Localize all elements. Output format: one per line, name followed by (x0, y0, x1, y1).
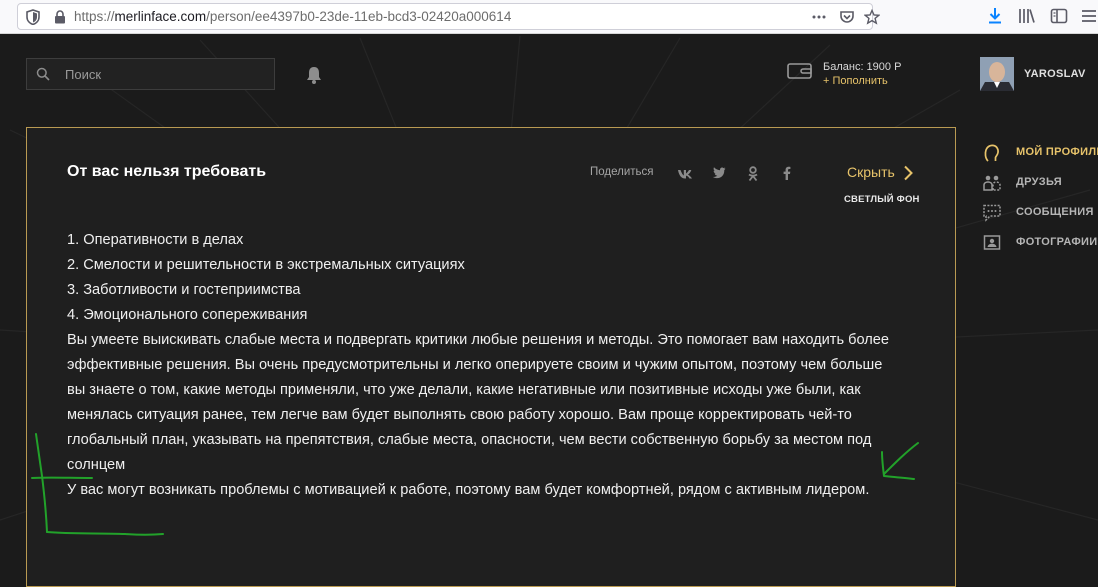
search-icon (36, 67, 50, 86)
topup-link[interactable]: + Пополнить (823, 75, 888, 87)
trait-card: От вас нельзя требовать Поделиться Скрыт… (26, 127, 956, 587)
sidebar-item-label: МОЙ ПРОФИЛЬ (1016, 146, 1098, 158)
lock-icon[interactable] (54, 10, 66, 29)
description-paragraph: У вас могут возникать проблемы с мотивац… (67, 478, 897, 503)
user-avatar[interactable] (980, 57, 1014, 91)
profile-icon (982, 143, 1002, 168)
tracking-shield-icon[interactable] (26, 9, 40, 30)
photos-icon (982, 233, 1002, 258)
balance-label: Баланс: 1900 Р (823, 61, 901, 73)
messages-icon (982, 203, 1002, 228)
sidebar-item-label: ФОТОГРАФИИ (1016, 236, 1097, 248)
search-placeholder: Поиск (65, 67, 101, 82)
list-item: 1. Оперативности в делах (67, 228, 897, 253)
url-path: /person/ee4397b0-23de-11eb-bcd3-02420a00… (206, 9, 511, 24)
light-background-toggle[interactable]: СВЕТЛЫЙ ФОН (844, 194, 920, 205)
address-bar[interactable]: https://merlinface.com/person/ee4397b0-2… (17, 3, 873, 30)
page-actions-icon[interactable] (811, 9, 827, 30)
facebook-share-icon[interactable] (783, 166, 791, 185)
url-text[interactable]: https://merlinface.com/person/ee4397b0-2… (74, 9, 511, 24)
chevron-right-icon[interactable] (903, 165, 913, 186)
sidebar-item-label: СООБЩЕНИЯ (1016, 206, 1094, 218)
twitter-share-icon[interactable] (712, 166, 726, 184)
card-title: От вас нельзя требовать (67, 163, 266, 181)
bookmark-star-icon[interactable] (864, 9, 880, 30)
username[interactable]: YAROSLAV (1024, 68, 1086, 80)
odnoklassniki-share-icon[interactable] (747, 166, 759, 187)
list-item: 2. Смелости и решительности в экстремаль… (67, 253, 897, 278)
sidebar-toggle-icon[interactable] (1050, 7, 1068, 30)
list-item: 3. Заботливости и гостеприимства (67, 278, 897, 303)
url-scheme: https:// (74, 9, 115, 24)
vk-share-icon[interactable] (677, 166, 693, 184)
notifications-bell-icon[interactable] (305, 65, 323, 90)
menu-icon[interactable] (1080, 7, 1098, 30)
list-item: 4. Эмоционального сопереживания (67, 303, 897, 328)
hide-button[interactable]: Скрыть (847, 164, 895, 180)
download-icon[interactable] (987, 7, 1003, 30)
wallet-icon[interactable] (787, 62, 813, 85)
card-text: 1. Оперативности в делах 2. Смелости и р… (67, 228, 897, 503)
library-icon[interactable] (1018, 7, 1036, 30)
sidebar-item-label: ДРУЗЬЯ (1016, 176, 1062, 188)
url-host: merlinface.com (115, 9, 207, 24)
friends-icon (982, 173, 1002, 198)
search-input[interactable]: Поиск (26, 58, 275, 90)
description-paragraph: Вы умеете выискивать слабые места и подв… (67, 328, 897, 478)
pocket-icon[interactable] (839, 9, 855, 30)
browser-toolbar: https://merlinface.com/person/ee4397b0-2… (0, 0, 1098, 34)
share-label: Поделиться (590, 166, 654, 178)
